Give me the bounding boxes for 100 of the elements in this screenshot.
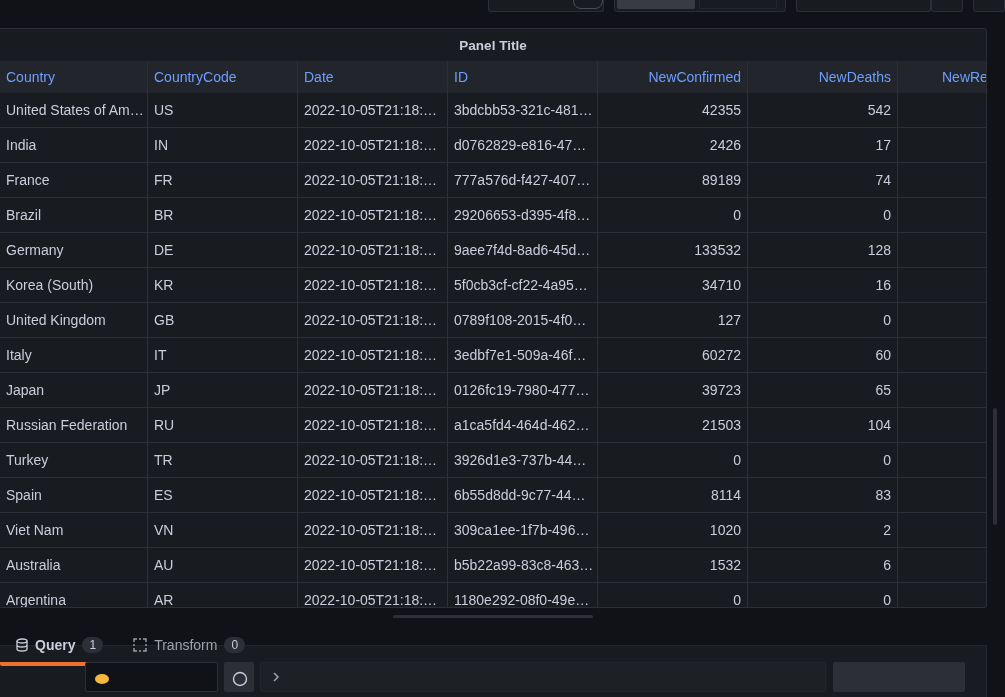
table-cell: 9aee7f4d-8ad6-45d…: [448, 233, 598, 268]
table-cell: United States of Am…: [0, 93, 148, 128]
table-cell: 2022-10-05T21:18:…: [298, 128, 448, 163]
table-cell: 2426: [598, 128, 748, 163]
table-cell: 309ca1ee-1f7b-496…: [448, 513, 598, 548]
table-cell: 104: [748, 408, 898, 443]
table-cell: Japan: [0, 373, 148, 408]
table-cell: 6: [748, 548, 898, 583]
table-cell: 83: [748, 478, 898, 513]
table-cell: 65: [748, 373, 898, 408]
table-cell: United Kingdom: [0, 303, 148, 338]
table-cell: 2022-10-05T21:18:…: [298, 163, 448, 198]
table-cell: Turkey: [0, 443, 148, 478]
chevron-icon: [272, 671, 280, 683]
table-cell: 1020: [598, 513, 748, 548]
table-cell: 2022-10-05T21:18:…: [298, 478, 448, 513]
table-cell: 34710: [598, 268, 748, 303]
table-cell: TR: [148, 443, 298, 478]
table-cell: 0: [748, 198, 898, 233]
table-cell: 2022-10-05T21:18:…: [298, 93, 448, 128]
table-cell: 2022-10-05T21:18:…: [298, 268, 448, 303]
table-cell: DE: [148, 233, 298, 268]
column-header[interactable]: ID: [448, 61, 598, 93]
table-cell: IN: [148, 128, 298, 163]
table-cell: 29206653-d395-4f8…: [448, 198, 598, 233]
table-cell: 2022-10-05T21:18:…: [298, 338, 448, 373]
table-cell: JP: [148, 373, 298, 408]
table-cell: 777a576d-f427-407…: [448, 163, 598, 198]
table-cell: 128: [748, 233, 898, 268]
table-cell: RU: [148, 408, 298, 443]
table-cell: India: [0, 128, 148, 163]
table-cell: France: [0, 163, 148, 198]
zoom-out-button[interactable]: [931, 0, 963, 12]
table-cell: b5b22a99-83c8-463…: [448, 548, 598, 583]
table-cell: 2: [748, 513, 898, 548]
circle-icon: [232, 671, 248, 687]
column-header[interactable]: NewConfirmed: [598, 61, 748, 93]
table-cell: 2022-10-05T21:18:…: [298, 303, 448, 338]
table-cell: 3edbf7e1-509a-46f…: [448, 338, 598, 373]
table-cell: a1ca5fd4-464d-462…: [448, 408, 598, 443]
table-cell: 5f0cb3cf-cf22-4a95…: [448, 268, 598, 303]
table-cell: 39723: [598, 373, 748, 408]
table-cell: AR: [148, 583, 298, 607]
table-cell: IT: [148, 338, 298, 373]
table-cell: 17: [748, 128, 898, 163]
column-header[interactable]: NewDeaths: [748, 61, 898, 93]
column-header[interactable]: Date: [298, 61, 448, 93]
count-badge: 1: [82, 637, 104, 653]
table-cell: 0: [748, 443, 898, 478]
column-header[interactable]: CountryCode: [148, 61, 298, 93]
table-cell: 89189: [598, 163, 748, 198]
table-cell: 3926d1e3-737b-44…: [448, 443, 598, 478]
table-cell: Germany: [0, 233, 148, 268]
table-cell: 0: [748, 303, 898, 338]
table-cell: 1532: [598, 548, 748, 583]
table-cell: 21503: [598, 408, 748, 443]
table-cell: 2022-10-05T21:18:…: [298, 233, 448, 268]
table-cell: 0: [598, 583, 748, 607]
table-cell: Russian Federation: [0, 408, 148, 443]
table-cell: 0: [748, 583, 898, 607]
table-cell: 0789f108-2015-4f0…: [448, 303, 598, 338]
table-cell: FR: [148, 163, 298, 198]
table-cell: 542: [748, 93, 898, 128]
table-cell: GB: [148, 303, 298, 338]
panel-title: Panel Title: [459, 37, 527, 53]
query-options-bar[interactable]: [260, 662, 826, 692]
table-cell: 2022-10-05T21:18:…: [298, 408, 448, 443]
table-cell: 8114: [598, 478, 748, 513]
table-cell: VN: [148, 513, 298, 548]
table-cell: 2022-10-05T21:18:…: [298, 443, 448, 478]
table-cell: ES: [148, 478, 298, 513]
table-cell: Italy: [0, 338, 148, 373]
table-cell: Viet Nam: [0, 513, 148, 548]
transform-icon: [133, 638, 148, 652]
datasource-picker[interactable]: [85, 662, 218, 692]
table-cell: Brazil: [0, 198, 148, 233]
column-header[interactable]: Country: [0, 61, 148, 93]
table-cell: 6b55d8dd-9c77-44…: [448, 478, 598, 513]
time-range-picker[interactable]: [795, 0, 932, 12]
table-cell: 60: [748, 338, 898, 373]
table-cell: 2022-10-05T21:18:…: [298, 198, 448, 233]
table-cell: AU: [148, 548, 298, 583]
table-cell: 3bdcbb53-321c-481…: [448, 93, 598, 128]
table-cell: Korea (South): [0, 268, 148, 303]
table-cell: Australia: [0, 548, 148, 583]
table-cell: 2022-10-05T21:18:…: [298, 548, 448, 583]
table-cell: 74: [748, 163, 898, 198]
segment-option[interactable]: [617, 0, 695, 9]
help-button[interactable]: [224, 662, 254, 692]
table-cell: 0: [598, 443, 748, 478]
datasource-icon: [94, 671, 110, 685]
refresh-button[interactable]: [972, 0, 1005, 12]
table-cell: 0126fc19-7980-477…: [448, 373, 598, 408]
table-cell: Spain: [0, 478, 148, 513]
table-cell: US: [148, 93, 298, 128]
table-cell: 60272: [598, 338, 748, 373]
database-icon: [16, 638, 28, 652]
table-cell: 42355: [598, 93, 748, 128]
table-cell: 0: [598, 198, 748, 233]
table-cell: Argentina: [0, 583, 148, 607]
